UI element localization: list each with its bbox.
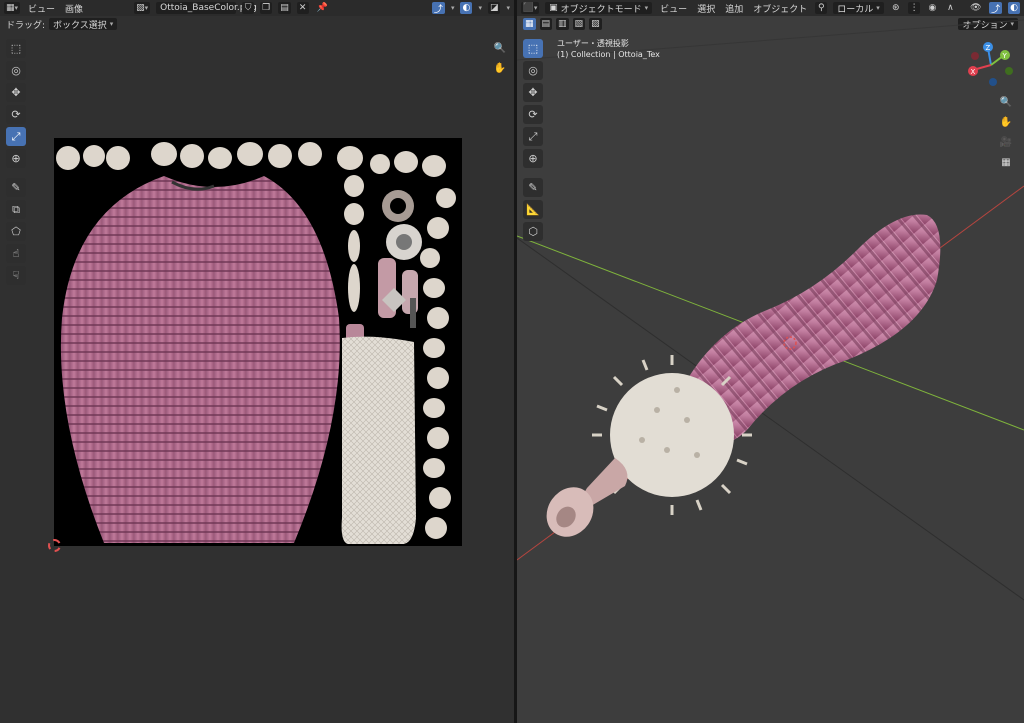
chevron-down-icon: ▾ bbox=[109, 20, 114, 28]
uv-editor-icon[interactable]: ▦ ▾ bbox=[4, 2, 21, 14]
camera-view-icon[interactable]: 🎥 bbox=[998, 134, 1014, 150]
select-box-tool[interactable]: ⬚ bbox=[523, 39, 543, 58]
cursor-tool[interactable]: ◎ bbox=[6, 61, 26, 80]
pan-hand-icon[interactable]: ✋ bbox=[492, 60, 508, 76]
unlink-image-icon[interactable]: ✕ bbox=[296, 2, 309, 14]
scale-tool[interactable]: ⤢ bbox=[523, 127, 543, 146]
add-cube-tool[interactable]: ⬡ bbox=[523, 222, 543, 241]
pin-icon[interactable]: 📌 bbox=[315, 2, 330, 14]
uv-toolbar: ⬚ ◎ ✥ ⟳ ⤢ ⊕ ✎ ⧉ ⬠ ☝ ☟ bbox=[6, 39, 26, 285]
uv-2d-cursor-icon[interactable] bbox=[48, 539, 61, 552]
scale-tool[interactable]: ⤢ bbox=[6, 127, 26, 146]
perspective-grid-icon[interactable]: ▦ bbox=[998, 154, 1014, 170]
cursor-tool[interactable]: ◎ bbox=[523, 61, 543, 80]
viewport-overlay-text: ユーザー・透視投影 (1) Collection | Ottoia_Tex bbox=[557, 38, 660, 60]
rotate-tool[interactable]: ⟳ bbox=[6, 105, 26, 124]
move-tool[interactable]: ✥ bbox=[523, 83, 543, 102]
grab-tool[interactable]: ⬠ bbox=[6, 222, 26, 241]
3d-viewport: ⬛ ▾ ▣ オブジェクトモード ▾ ビュー 選択 追加 オブジェクト ⚲ ローカル… bbox=[517, 0, 1024, 723]
drag-mode-value: ボックス選択 bbox=[53, 20, 107, 31]
z-axis-label: Z bbox=[986, 44, 991, 52]
transform-tool[interactable]: ⊕ bbox=[523, 149, 543, 168]
zoom-icon[interactable]: 🔍 bbox=[492, 40, 508, 56]
body-shell-uv bbox=[60, 176, 340, 543]
collar-uv-island bbox=[341, 336, 416, 544]
uv-navigation-gizmo: 🔍 ✋ bbox=[492, 40, 508, 76]
measure-tool[interactable]: 📐 bbox=[523, 200, 543, 219]
relax-tool[interactable]: ☝ bbox=[6, 244, 26, 263]
fake-user-shield-icon[interactable]: ⛉ bbox=[242, 2, 255, 14]
open-image-icon[interactable]: ▤ bbox=[278, 2, 291, 14]
menu-view[interactable]: ビュー bbox=[26, 2, 57, 15]
uv-texture-image[interactable] bbox=[54, 138, 462, 546]
y-axis-label: Y bbox=[1002, 52, 1008, 60]
transform-tool[interactable]: ⊕ bbox=[6, 149, 26, 168]
image-browse-icon[interactable]: ▧ ▾ bbox=[134, 2, 151, 14]
rip-tool[interactable]: ⧉ bbox=[6, 200, 26, 219]
select-box-tool[interactable]: ⬚ bbox=[6, 39, 26, 58]
collection-info: (1) Collection | Ottoia_Tex bbox=[557, 50, 660, 59]
pinch-tool[interactable]: ☟ bbox=[6, 266, 26, 285]
duplicate-image-icon[interactable]: ❐ bbox=[260, 2, 273, 14]
uv-editor-subheader: ドラッグ: ボックス選択 ▾ bbox=[0, 16, 514, 32]
view-name: ユーザー・透視投影 bbox=[557, 39, 629, 48]
overlay-toggle-icon[interactable]: ◐ bbox=[460, 2, 473, 14]
uv-image-editor: ▦ ▾ ビュー 画像 ▧ ▾ Ottoia_BaseColor.png ⛉ ❐ ▤ … bbox=[0, 0, 514, 723]
drag-label: ドラッグ: bbox=[6, 20, 46, 31]
spine-cluster-row bbox=[56, 142, 363, 170]
annotate-tool[interactable]: ✎ bbox=[523, 178, 543, 197]
toolbar-separator bbox=[6, 171, 26, 175]
image-name-field[interactable]: Ottoia_BaseColor.png bbox=[156, 2, 257, 14]
uv-editor-header: ▦ ▾ ビュー 画像 ▧ ▾ Ottoia_BaseColor.png ⛉ ❐ ▤ … bbox=[0, 0, 514, 16]
axis-navigation-gizmo[interactable]: Z X Y bbox=[965, 40, 1017, 90]
texture-artwork bbox=[56, 142, 456, 544]
annotate-tool[interactable]: ✎ bbox=[6, 178, 26, 197]
zoom-icon[interactable]: 🔍 bbox=[998, 94, 1014, 110]
viewport-toolbar: ⬚ ◎ ✥ ⟳ ⤢ ⊕ ✎ 📐 ⬡ bbox=[523, 39, 543, 241]
toolbar-separator bbox=[523, 171, 543, 175]
uv-sync-selection-icon[interactable]: ⤴ bbox=[431, 2, 445, 15]
display-channels-icon[interactable]: ◪ bbox=[487, 2, 501, 14]
ottoia-model bbox=[546, 214, 941, 537]
viewport-scene[interactable] bbox=[517, 0, 1024, 723]
menu-image[interactable]: 画像 bbox=[63, 2, 85, 15]
pan-hand-icon[interactable]: ✋ bbox=[998, 114, 1014, 130]
move-tool[interactable]: ✥ bbox=[6, 83, 26, 102]
drag-mode-dropdown[interactable]: ボックス選択 ▾ bbox=[49, 18, 118, 31]
rotate-tool[interactable]: ⟳ bbox=[523, 105, 543, 124]
x-axis-label: X bbox=[971, 68, 976, 76]
viewport-nav-buttons: 🔍 ✋ 🎥 ▦ bbox=[998, 94, 1014, 170]
